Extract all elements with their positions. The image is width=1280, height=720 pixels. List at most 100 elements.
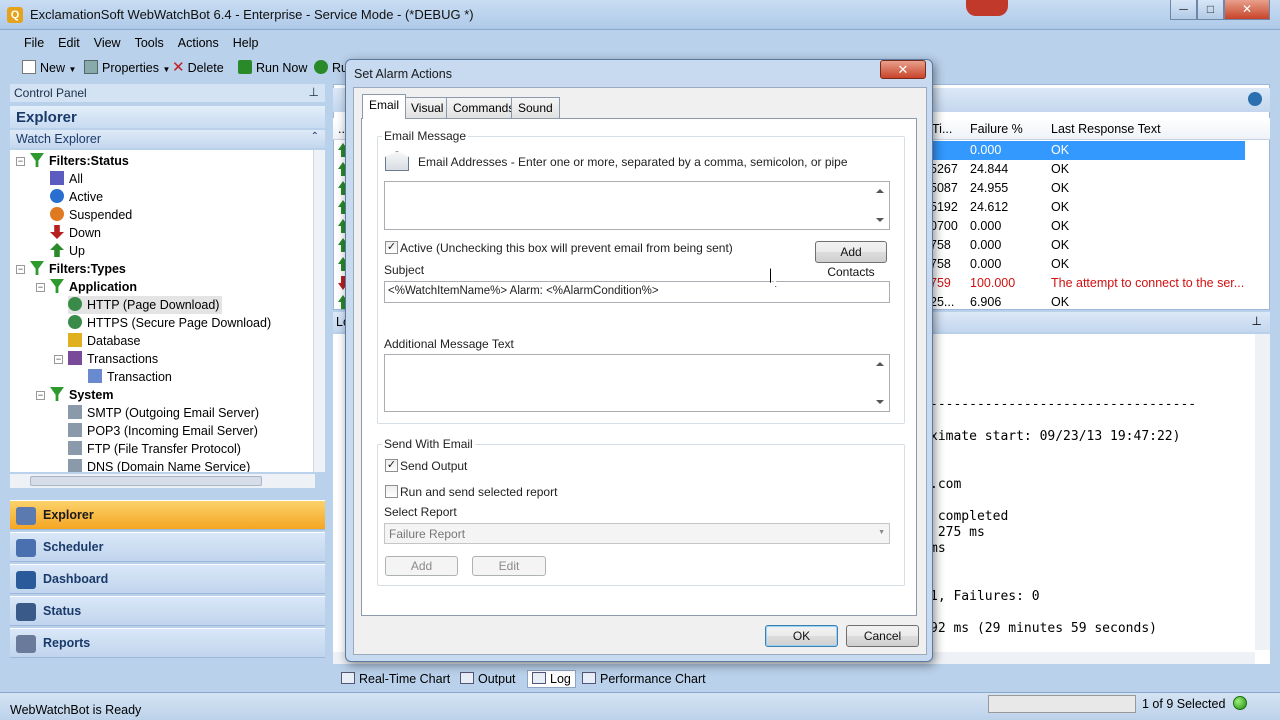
collapse-toggle[interactable]: − <box>36 391 45 400</box>
active-checkbox[interactable]: ✓ <box>385 241 398 254</box>
menu-help[interactable]: Help <box>226 32 266 50</box>
tab-output[interactable]: Output <box>460 672 516 686</box>
collapse-toggle[interactable]: − <box>54 355 63 364</box>
dialog-title: Set Alarm Actions <box>354 67 452 81</box>
tree-filters-types[interactable]: Filters:Types <box>30 260 126 278</box>
chevron-down-icon: ▼ <box>162 65 171 74</box>
status-led-icon <box>1233 696 1247 710</box>
additional-message-scrollbar[interactable] <box>872 356 888 410</box>
tab-sound[interactable]: Sound <box>511 97 560 118</box>
add-contacts-button[interactable]: Add Contacts <box>815 241 887 279</box>
tab-log[interactable]: Log <box>527 670 576 688</box>
add-report-button[interactable]: Add <box>385 556 458 576</box>
delete-button[interactable]: ✕ Delete <box>172 58 224 78</box>
status-progress <box>988 695 1136 713</box>
email-addresses-scrollbar[interactable] <box>872 183 888 228</box>
server-icon <box>68 459 82 472</box>
tree-http[interactable]: HTTP (Page Download) <box>68 296 223 314</box>
tree-transaction[interactable]: Transaction <box>88 368 172 386</box>
nav-scheduler[interactable]: Scheduler <box>10 532 325 562</box>
menu-edit[interactable]: Edit <box>51 32 87 50</box>
email-addresses-input[interactable] <box>384 181 890 230</box>
tree-all[interactable]: All <box>50 170 83 188</box>
nav-status[interactable]: Status <box>10 596 325 626</box>
maximize-button[interactable]: □ <box>1197 0 1224 20</box>
tree-up[interactable]: Up <box>50 242 85 260</box>
email-message-group-label: Email Message <box>382 129 469 143</box>
cell-text: OK <box>1051 219 1070 233</box>
minimize-button[interactable]: ─ <box>1170 0 1197 20</box>
tree-scroll-thumb[interactable] <box>30 476 262 486</box>
send-output-checkbox[interactable]: ✓ <box>385 459 398 472</box>
explorer-icon <box>16 507 36 525</box>
tree-down[interactable]: Down <box>50 224 101 242</box>
tab-performance-chart[interactable]: Performance Chart <box>582 672 706 686</box>
window-title: ExclamationSoft WebWatchBot 6.4 - Enterp… <box>30 7 474 22</box>
menu-tools[interactable]: Tools <box>128 32 171 50</box>
play-icon <box>238 60 252 74</box>
close-window-button[interactable]: ✕ <box>1224 0 1270 20</box>
tab-visual[interactable]: Visual <box>404 97 451 118</box>
pin-icon[interactable]: ⊥ <box>1252 314 1262 328</box>
tree-suspended[interactable]: Suspended <box>50 206 132 224</box>
properties-button[interactable]: Properties ▼ <box>84 58 170 78</box>
nav-reports[interactable]: Reports <box>10 628 325 658</box>
log-line: 275 ms <box>930 525 985 540</box>
menu-file[interactable]: File <box>10 32 51 50</box>
tree-dns[interactable]: DNS (Domain Name Service) <box>68 458 250 472</box>
explorer-title: Explorer <box>10 106 325 128</box>
tree-transactions[interactable]: Transactions <box>68 350 158 368</box>
additional-message-input[interactable] <box>384 354 890 412</box>
cell-failure: 0.000 <box>970 219 1002 233</box>
new-button[interactable]: New ▼ <box>22 58 76 78</box>
tab-email[interactable]: Email <box>362 94 407 119</box>
menu-view[interactable]: View <box>87 32 128 50</box>
cancel-button[interactable]: Cancel <box>846 625 919 647</box>
tree-https[interactable]: HTTPS (Secure Page Download) <box>68 314 271 332</box>
run-button[interactable]: Ru <box>314 58 348 78</box>
tree-vertical-scrollbar[interactable] <box>313 150 325 472</box>
additional-message-label: Additional Message Text <box>384 337 514 351</box>
col-header-failure[interactable]: Failure % <box>970 122 1023 136</box>
performance-chart-icon <box>582 672 596 684</box>
select-report-dropdown[interactable]: Failure Report ▼ <box>384 523 890 544</box>
run-report-checkbox[interactable] <box>385 485 398 498</box>
collapse-toggle[interactable]: − <box>36 283 45 292</box>
cell-failure: 0.000 <box>970 257 1002 271</box>
ok-button[interactable]: OK <box>765 625 838 647</box>
all-icon <box>50 171 64 185</box>
subject-input[interactable]: <%WatchItemName%> Alarm: <%AlarmConditio… <box>384 281 890 303</box>
collapse-icon[interactable]: ⌃ <box>311 131 319 142</box>
tree-smtp[interactable]: SMTP (Outgoing Email Server) <box>68 404 259 422</box>
cell-text: OK <box>1051 295 1070 309</box>
run-now-button[interactable]: Run Now <box>238 58 307 78</box>
record-indicator-icon <box>966 0 1008 16</box>
filter-icon <box>50 387 64 401</box>
tree-database[interactable]: Database <box>68 332 141 350</box>
col-header-last-response[interactable]: Last Response Text <box>1051 122 1161 136</box>
cell-failure: 6.906 <box>970 295 1002 309</box>
menu-actions[interactable]: Actions <box>171 32 226 50</box>
cell-text: OK <box>1051 200 1070 214</box>
tree-filters-status[interactable]: Filters:Status <box>30 152 129 170</box>
nav-explorer[interactable]: Explorer <box>10 500 325 530</box>
collapse-toggle[interactable]: − <box>16 157 25 166</box>
collapse-toggle[interactable]: − <box>16 265 25 274</box>
col-header-time[interactable]: Ti... <box>932 122 952 136</box>
scheduler-icon <box>16 539 36 557</box>
tree-ftp[interactable]: FTP (File Transfer Protocol) <box>68 440 241 458</box>
nav-dashboard[interactable]: Dashboard <box>10 564 325 594</box>
watch-explorer-header[interactable]: Watch Explorer ⌃ <box>10 130 325 148</box>
tab-real-time-chart[interactable]: Real-Time Chart <box>341 672 450 686</box>
tree-active[interactable]: Active <box>50 188 103 206</box>
dialog-close-button[interactable]: ✕ <box>880 60 926 79</box>
cell-failure: 24.844 <box>970 162 1009 176</box>
tree-system[interactable]: System <box>50 386 113 404</box>
pin-icon[interactable]: ⊥ <box>309 85 319 99</box>
subject-label: Subject <box>384 263 425 277</box>
tree-application[interactable]: Application <box>50 278 137 296</box>
tree-pop3[interactable]: POP3 (Incoming Email Server) <box>68 422 258 440</box>
edit-report-button[interactable]: Edit <box>472 556 546 576</box>
log-vertical-scrollbar[interactable] <box>1255 334 1270 650</box>
cell-time: 758 <box>930 238 951 252</box>
